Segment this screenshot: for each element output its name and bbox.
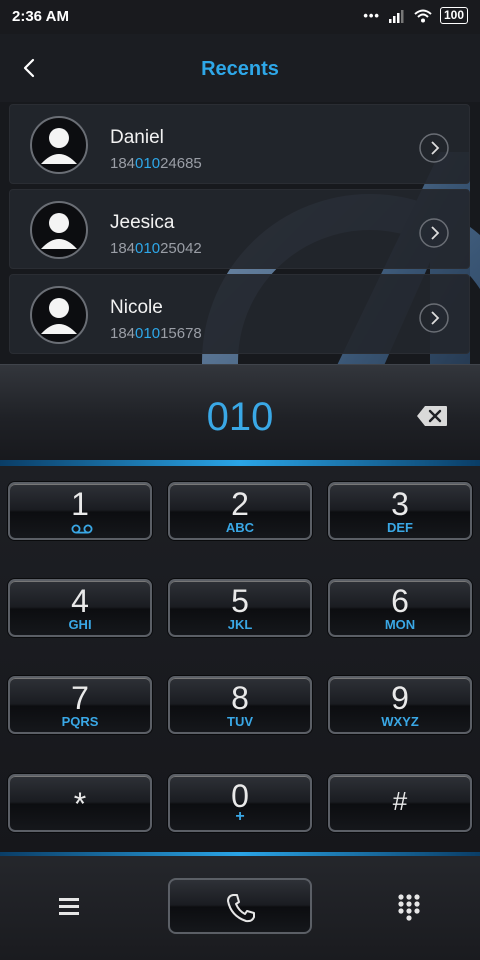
key-digit: 8 (231, 680, 249, 716)
status-time: 2:36 AM (12, 8, 69, 25)
entered-number[interactable]: 010 (0, 395, 480, 440)
battery-indicator: 100 (439, 7, 468, 24)
voicemail-icon (71, 524, 93, 534)
chevron-right-icon[interactable] (419, 133, 449, 163)
key-digit: 3 (391, 486, 409, 522)
recents-list[interactable]: Daniel 18401024685 Jeesica 18401025042 N… (0, 102, 480, 364)
key-letters: TUV (227, 714, 253, 729)
contact-number: 18401015678 (110, 325, 202, 342)
chevron-right-icon[interactable] (419, 218, 449, 248)
key-2[interactable]: 2 ABC (168, 482, 312, 540)
dialpad-icon[interactable] (396, 892, 422, 922)
notification-dots: ••• (363, 8, 380, 23)
key-letters: JKL (227, 617, 253, 632)
key-digit: 4 (71, 583, 89, 619)
contact-row-jeesica[interactable]: Jeesica 18401025042 (9, 189, 470, 269)
backspace-icon[interactable] (416, 405, 448, 427)
contact-row-daniel[interactable]: Daniel 18401024685 (9, 104, 470, 184)
signal-icon (388, 9, 404, 23)
key-letters: PQRS (61, 714, 99, 729)
call-button[interactable] (168, 878, 312, 934)
avatar-icon (30, 286, 88, 344)
key-star[interactable]: * (8, 774, 152, 832)
phone-icon (227, 894, 255, 923)
contact-row-nicole[interactable]: Nicole 18401015678 (9, 274, 470, 354)
hamburger-menu-icon[interactable] (56, 894, 82, 920)
contact-number: 18401025042 (110, 240, 202, 257)
key-9[interactable]: 9 WXYZ (328, 676, 472, 734)
key-letters: MON (384, 617, 416, 632)
contact-name: Nicole (110, 297, 163, 318)
bottom-bar (0, 852, 480, 960)
key-letters: ABC (225, 520, 255, 535)
key-3[interactable]: 3 DEF (328, 482, 472, 540)
contact-name: Jeesica (110, 212, 175, 233)
page-title: Recents (201, 58, 279, 80)
key-5[interactable]: 5 JKL (168, 579, 312, 637)
dialpad: 1 2 ABC 3 DEF 4 GHI 5 JKL 6 MON 7 PQRS 8… (0, 466, 480, 852)
key-7[interactable]: 7 PQRS (8, 676, 152, 734)
key-6[interactable]: 6 MON (328, 579, 472, 637)
contact-number: 18401024685 (110, 155, 202, 172)
avatar-icon (30, 116, 88, 174)
key-letters: + (235, 808, 245, 825)
status-bar: 2:36 AM ••• 100 (0, 0, 480, 34)
key-digit: 6 (391, 583, 409, 619)
key-digit: 7 (71, 680, 89, 716)
key-digit: 5 (231, 583, 249, 619)
key-1[interactable]: 1 (8, 482, 152, 540)
key-digit: # (392, 786, 408, 816)
key-letters: WXYZ (381, 714, 419, 729)
key-4[interactable]: 4 GHI (8, 579, 152, 637)
key-digit: 9 (391, 680, 409, 716)
contact-name: Daniel (110, 127, 164, 148)
key-hash[interactable]: # (328, 774, 472, 832)
chevron-right-icon[interactable] (419, 303, 449, 333)
key-digit: 2 (231, 486, 249, 522)
key-digit: 1 (71, 486, 89, 522)
accent-divider (0, 852, 480, 856)
key-letters: DEF (387, 520, 413, 535)
key-letters: GHI (68, 617, 92, 632)
avatar-icon (30, 201, 88, 259)
key-digit: * (73, 786, 87, 822)
dialer-display: 010 (0, 364, 480, 463)
key-0[interactable]: 0 + (168, 774, 312, 832)
wifi-icon (414, 9, 432, 22)
header: Recents (0, 34, 480, 102)
key-8[interactable]: 8 TUV (168, 676, 312, 734)
